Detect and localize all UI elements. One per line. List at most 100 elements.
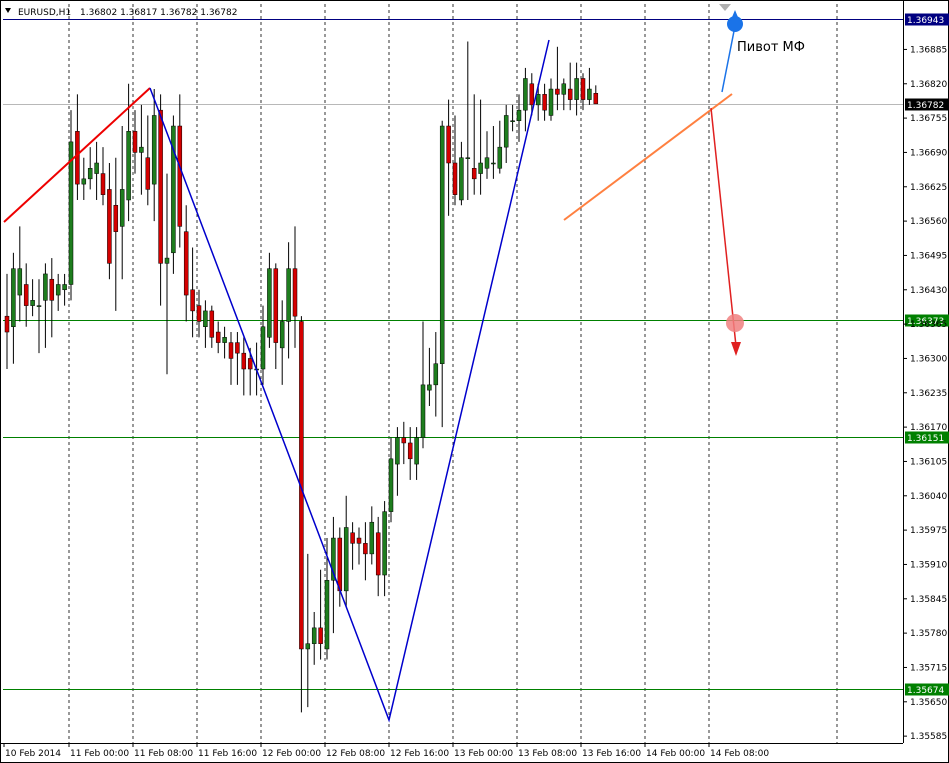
price-tick-label: 1.36495	[910, 251, 947, 261]
candle-body	[279, 321, 285, 349]
price-tick-label: 1.36885	[910, 45, 947, 55]
price-tick-label: 1.35650	[910, 698, 947, 708]
candle-body	[100, 173, 106, 195]
candle-body	[17, 268, 23, 296]
candle-body	[119, 189, 125, 227]
candle-body	[427, 384, 432, 391]
candle-body	[68, 141, 74, 285]
candle-body	[241, 352, 247, 370]
chart-window[interactable]: 1.36943 1.36782 1.36373 1.36151 1.35674 Пиво…	[0, 0, 949, 763]
price-tick-label: 1.35910	[910, 560, 947, 570]
target-marker[interactable]	[726, 314, 744, 332]
symbol-label: EURUSD,H1	[18, 8, 71, 18]
price-tick-label: 1.36430	[910, 286, 947, 296]
candle-body	[4, 315, 10, 333]
price-tick-label: 1.36170	[910, 423, 947, 433]
candle-body	[318, 627, 323, 644]
time-tick-label: 11 Feb 16:00	[198, 749, 257, 759]
candle-body	[203, 310, 208, 328]
candle-body	[151, 115, 157, 185]
candle-body	[555, 88, 560, 95]
level-price-tag-text-current: 1.36782	[907, 101, 944, 111]
candle-body	[113, 205, 119, 232]
candle-body	[145, 157, 151, 190]
price-tick-label: 1.36300	[910, 354, 947, 364]
candle-body	[49, 278, 55, 301]
chart-header: EURUSD,H1 1.36802 1.36817 1.36782 1.3678…	[5, 8, 237, 18]
pivot-annotation-label[interactable]: Пивот МФ	[737, 40, 805, 55]
candle-body	[459, 157, 464, 201]
price-tick-label: 1.36690	[910, 148, 947, 158]
candle-body	[158, 109, 163, 264]
candle-body	[356, 537, 362, 544]
price-tick-label: 1.36755	[910, 114, 947, 124]
candle-body	[94, 162, 99, 174]
candle-body	[516, 109, 522, 121]
candle-body	[497, 146, 503, 169]
candle-body	[580, 78, 586, 100]
candle-body	[593, 93, 599, 105]
candle-body	[305, 643, 311, 650]
candle-body	[132, 131, 138, 153]
candle-body	[446, 125, 451, 164]
level-price-tag-text-support-2: 1.36151	[907, 434, 944, 444]
candle-body	[235, 342, 240, 354]
candle-body	[43, 273, 48, 301]
time-tick-label: 11 Feb 08:00	[134, 749, 193, 759]
time-tick-label: 11 Feb 00:00	[70, 749, 129, 759]
candle-body	[382, 511, 387, 576]
candle-body	[587, 88, 592, 100]
candle-body	[523, 78, 528, 111]
price-tick-label: 1.36625	[910, 183, 947, 193]
time-tick-label: 12 Feb 00:00	[262, 749, 321, 759]
candle-body	[433, 363, 439, 386]
candle-body	[215, 331, 221, 343]
price-tick-label: 1.36040	[910, 492, 947, 502]
candle-body	[350, 532, 355, 544]
candle-body	[209, 310, 215, 338]
candle-body	[267, 268, 272, 338]
candle-body	[471, 168, 477, 180]
candle-body	[337, 537, 343, 592]
candle-body	[286, 268, 291, 322]
candle-body	[164, 257, 170, 264]
candle-body	[452, 162, 458, 195]
candle-body	[535, 94, 541, 106]
time-tick-label: 13 Feb 16:00	[582, 749, 641, 759]
price-tick-label: 1.36365	[910, 320, 947, 330]
candle-body	[395, 437, 400, 465]
candle-body	[369, 521, 375, 555]
candle-body	[177, 125, 183, 227]
price-tick-label: 1.35715	[910, 663, 947, 673]
price-tick-label: 1.36235	[910, 389, 947, 399]
candle-body	[126, 131, 131, 201]
time-tick-label: 12 Feb 08:00	[326, 749, 385, 759]
candle-body	[548, 88, 554, 116]
candle-body	[542, 94, 547, 111]
price-tick-label: 1.35585	[910, 732, 947, 742]
price-tick-label: 1.35780	[910, 629, 947, 639]
candle-body	[139, 146, 144, 153]
candle-body	[260, 326, 266, 370]
price-tick-label: 1.36820	[910, 80, 947, 90]
candle-body	[311, 627, 317, 644]
candle-body	[388, 458, 394, 512]
candle-body	[484, 157, 490, 169]
candle-body	[273, 268, 279, 343]
candle-body	[491, 162, 496, 165]
price-tick-label: 1.36560	[910, 217, 947, 227]
time-tick-label: 14 Feb 00:00	[646, 749, 705, 759]
time-tick-label: 14 Feb 08:00	[710, 749, 769, 759]
candle-body	[439, 125, 445, 364]
candle-body	[292, 268, 298, 317]
candle-body	[401, 437, 407, 444]
candle-body	[567, 88, 573, 100]
time-tick-label: 13 Feb 00:00	[454, 749, 513, 759]
time-tick-label: 13 Feb 08:00	[518, 749, 577, 759]
time-tick-label: 12 Feb 16:00	[390, 749, 449, 759]
candle-body	[55, 284, 61, 296]
price-tick-label: 1.36105	[910, 457, 947, 467]
candle-body	[529, 83, 535, 106]
candle-body	[107, 189, 112, 264]
candle-body	[247, 358, 253, 370]
